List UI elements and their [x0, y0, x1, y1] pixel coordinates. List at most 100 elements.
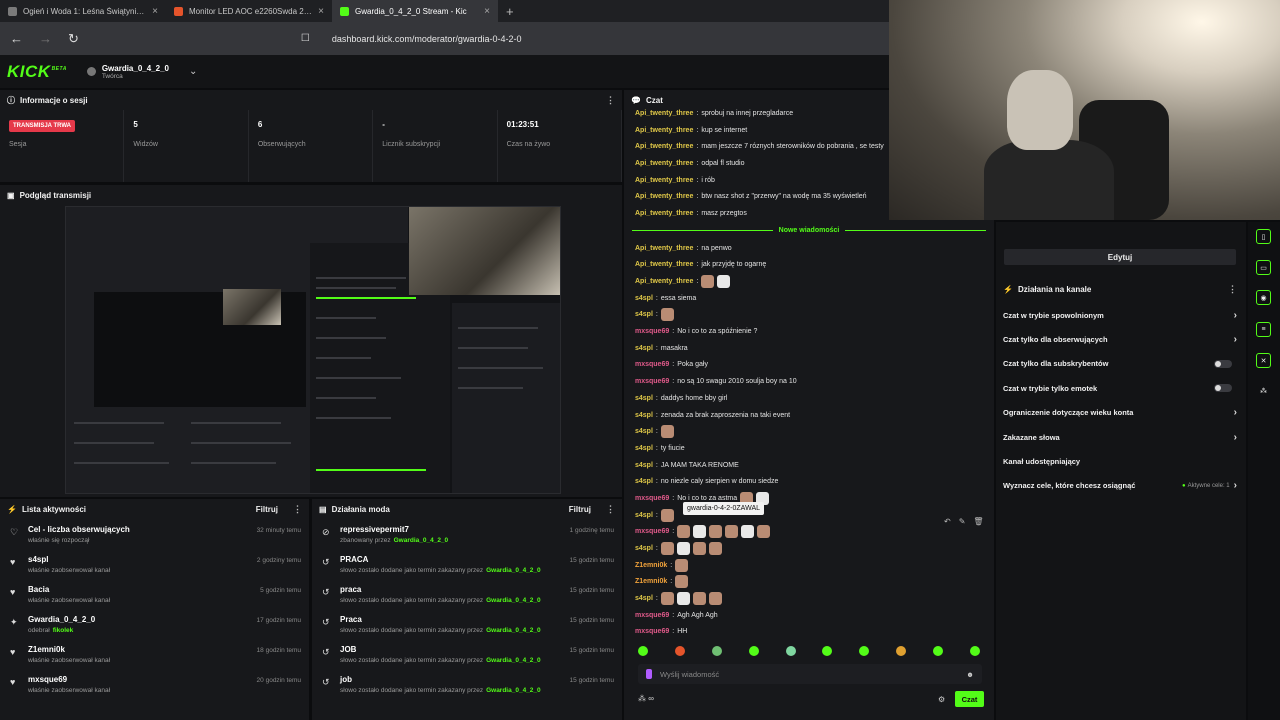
rail-more-icon[interactable]: ⁂	[1256, 383, 1271, 398]
chat-message[interactable]: mxsque69: Agh Agh Agh	[624, 607, 994, 624]
activity-item[interactable]: ♥ s4spl właśnie zaobserwował kanał 2 godzin…	[0, 549, 309, 579]
chat-message[interactable]: Api_twenty_three: na penwo	[624, 240, 994, 257]
quick-emote-icon[interactable]	[969, 646, 980, 656]
toggle-switch[interactable]	[1214, 384, 1232, 393]
chat-message[interactable]: s4spl:	[624, 423, 994, 440]
toggle-switch[interactable]	[1214, 359, 1232, 368]
chat-message[interactable]: Z1emni0k:	[624, 557, 994, 574]
emote-icon[interactable]	[660, 508, 674, 522]
chat-username[interactable]: Api_twenty_three	[635, 143, 693, 150]
chat-message[interactable]: s4spl:	[624, 590, 994, 607]
mod-action-item[interactable]: ↺ Praca słowo zostało dodane jako termin z…	[312, 609, 622, 639]
chat-username[interactable]: s4spl	[635, 345, 653, 352]
emote-icon[interactable]	[693, 525, 707, 539]
chat-username[interactable]: s4spl	[635, 445, 653, 452]
chat-username[interactable]: s4spl	[635, 428, 653, 435]
chat-message[interactable]: s4spl:	[624, 507, 994, 524]
back-icon[interactable]: ←	[10, 31, 23, 46]
chat-message[interactable]: Z1emni0k:	[624, 574, 994, 591]
emote-icon[interactable]	[741, 525, 755, 539]
close-icon[interactable]: ×	[318, 6, 324, 17]
chat-username[interactable]: Api_twenty_three	[635, 245, 693, 252]
chat-username[interactable]: s4spl	[635, 595, 653, 602]
quick-emote-icon[interactable]	[896, 646, 907, 656]
activity-item[interactable]: ✦ Gwardia_0_4_2_0 odebrał fikolek 17 godzin …	[0, 609, 309, 639]
stream-preview[interactable]	[65, 206, 561, 494]
chat-message[interactable]: mxsque69: No i co to za astma	[624, 490, 994, 507]
chat-message[interactable]: mxsque69: no są 10 swagu 2010 soulja boy …	[624, 373, 994, 390]
chevron-right-icon[interactable]: ›	[1234, 310, 1237, 321]
channel-setting-row[interactable]: Czat w trybie tylko emotek	[996, 376, 1244, 400]
more-icon[interactable]: ⋮	[293, 504, 302, 515]
chat-username[interactable]: Z1emni0k	[635, 578, 667, 585]
quick-emote-icon[interactable]	[711, 646, 722, 656]
chat-username[interactable]: mxsque69	[635, 328, 669, 335]
channel-setting-row[interactable]: Czat tylko dla obserwujących ›	[996, 327, 1244, 351]
activity-item[interactable]: ♥ mxsque69 właśnie zaobserwował kanał 20 go…	[0, 669, 309, 699]
chat-message[interactable]: mxsque69: HH	[624, 624, 994, 641]
channel-setting-row[interactable]: Ograniczenie dotyczące wieku konta ›	[996, 401, 1244, 425]
rail-list-icon[interactable]: ≡	[1256, 322, 1271, 337]
more-icon[interactable]: ⋮	[1228, 284, 1237, 295]
chat-message[interactable]: s4spl: masakra	[624, 340, 994, 357]
mod-action-item[interactable]: ↺ job słowo zostało dodane jako termin zak…	[312, 669, 622, 699]
channel-setting-row[interactable]: Czat tylko dla subskrybentów	[996, 352, 1244, 376]
channel-setting-row[interactable]: Wyznacz cele, które chcesz osiągnąć ● Akty…	[996, 474, 1244, 498]
chevron-right-icon[interactable]: ›	[1234, 407, 1237, 418]
activity-item[interactable]: ♥ Bacia właśnie zaobserwował kanał 5 godzin…	[0, 579, 309, 609]
emote-icon[interactable]	[676, 542, 690, 556]
rail-chat-icon[interactable]: ▭	[1256, 260, 1271, 275]
chat-username[interactable]: s4spl	[635, 395, 653, 402]
send-chat-button[interactable]: Czat	[955, 691, 984, 707]
channel-setting-row[interactable]: Kanał udostępniający	[996, 449, 1244, 473]
emote-icon[interactable]	[701, 275, 715, 289]
gear-icon[interactable]: ⚙	[938, 695, 945, 704]
emote-icon[interactable]	[660, 542, 674, 556]
chat-username[interactable]: Api_twenty_three	[635, 261, 693, 268]
mod-action-item[interactable]: ↺ JOB słowo zostało dodane jako termin zak…	[312, 639, 622, 669]
close-icon[interactable]: ×	[152, 6, 158, 17]
emote-icon[interactable]	[757, 525, 771, 539]
forward-icon[interactable]: →	[39, 31, 52, 46]
mod-action-item[interactable]: ↺ PRACA słowo zostało dodane jako termin z…	[312, 549, 622, 579]
new-tab-icon[interactable]: +	[498, 4, 522, 19]
emote-icon[interactable]	[692, 542, 706, 556]
chat-username[interactable]: mxsque69	[635, 361, 669, 368]
rail-phone-icon[interactable]: ▯	[1256, 229, 1271, 244]
mod-filter-button[interactable]: Filtruj	[569, 505, 591, 514]
reload-icon[interactable]: ↻	[68, 31, 79, 47]
activity-item[interactable]: ♡ Cel - liczba obserwujących właśnie się r…	[0, 519, 309, 549]
chat-username[interactable]: s4spl	[635, 412, 653, 419]
activity-item[interactable]: ♥ Z1emni0k właśnie zaobserwował kanał 18 go…	[0, 639, 309, 669]
chat-username[interactable]: s4spl	[635, 512, 653, 519]
rail-broadcast-icon[interactable]: ◉	[1256, 290, 1271, 305]
browser-tab[interactable]: Ogień i Woda 1: Leśna Świątynia - Gr ×	[0, 0, 166, 22]
emote-icon[interactable]	[660, 425, 674, 439]
mod-action-item[interactable]: ↺ praca słowo zostało dodane jako termin z…	[312, 579, 622, 609]
chat-username[interactable]: Api_twenty_three	[635, 278, 693, 285]
emote-icon[interactable]	[709, 525, 723, 539]
chat-username[interactable]: mxsque69	[635, 628, 669, 635]
quick-emote-icon[interactable]	[933, 646, 943, 656]
browser-tab[interactable]: Gwardia_0_4_2_0 Stream - Kic ×	[332, 0, 498, 22]
emote-icon[interactable]	[660, 308, 674, 322]
chat-message[interactable]: s4spl: JA MAM TAKA RENOME	[624, 457, 994, 474]
chat-message[interactable]: s4spl: ty fiucie	[624, 440, 994, 457]
emote-icon[interactable]	[675, 575, 689, 589]
url-field[interactable]: dashboard.kick.com/moderator/gwardia-0-4…	[332, 34, 522, 44]
chat-username[interactable]: Api_twenty_three	[635, 127, 693, 134]
bookmark-icon[interactable]: ☐	[301, 33, 310, 44]
chat-username[interactable]: s4spl	[635, 295, 653, 302]
emote-icon[interactable]	[725, 525, 739, 539]
quick-emote-icon[interactable]	[748, 646, 759, 656]
emote-icon[interactable]	[692, 592, 706, 606]
chat-username[interactable]: Api_twenty_three	[635, 193, 693, 200]
emote-icon[interactable]	[660, 592, 674, 606]
activity-filter-button[interactable]: Filtruj	[256, 505, 278, 514]
chevron-right-icon[interactable]: ›	[1234, 334, 1237, 345]
chat-message[interactable]: mxsque69: No i co to za spóźnienie ?	[624, 323, 994, 340]
chat-username[interactable]: mxsque69	[635, 495, 669, 502]
chat-username[interactable]: mxsque69	[635, 378, 669, 385]
chat-username[interactable]: s4spl	[635, 545, 653, 552]
chat-username[interactable]: mxsque69	[635, 612, 669, 619]
